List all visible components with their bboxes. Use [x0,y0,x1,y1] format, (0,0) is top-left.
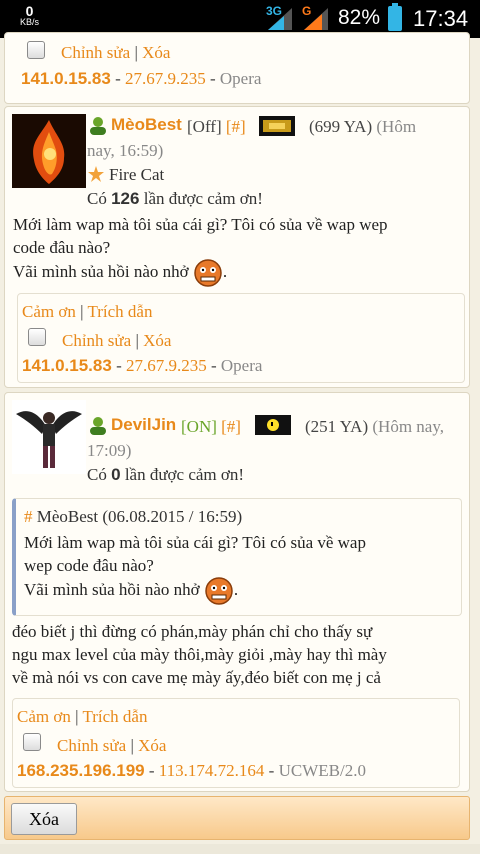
edit-link[interactable]: Chỉnh sửa [57,736,126,755]
post-footer: Cảm ơn | Trích dẫn Chỉnh sửa | Xóa 168.2… [12,698,460,788]
username[interactable]: DevilJin [111,415,176,435]
network-speed: 0 KB/s [20,3,40,27]
quote-body: Mới làm wap mà tôi sủa cái gì? Tôi có sủ… [24,531,454,605]
quote-block: # MèoBest (06.08.2015 / 16:59) Mới làm w… [12,498,462,616]
bottom-strip [0,844,480,854]
star-icon [88,166,104,182]
battery-percent: 82% [338,6,381,29]
post-body: đéo biết j thì đừng có phán,mày phán chỉ… [12,622,387,687]
user-meta: [ON] [#] [181,417,241,436]
page-content: Chỉnh sửa | Xóa 141.0.15.83 - 27.67.9.23… [0,32,480,854]
quote-link[interactable]: Trích dẫn [87,302,152,321]
delete-link[interactable]: Xóa [142,43,170,62]
user-avatar[interactable] [12,114,86,188]
post-time: 17:09) [87,441,132,460]
user-avatar[interactable] [12,400,86,474]
ip-info: 168.235.196.199 - 113.174.72.164 - UCWEB… [17,761,366,780]
rank-badge-icon [255,415,291,435]
edit-link[interactable]: Chỉnh sửa [61,43,130,62]
signal-icon-2 [304,8,328,30]
quote-link[interactable]: Trích dẫn [82,707,147,726]
smiley-icon [205,577,233,605]
user-points: (699 YA) (Hôm [309,117,417,136]
clock: 17:34 [413,6,469,31]
bulk-action-bar: Xóa [4,796,470,840]
post-actions: Chỉnh sửa | Xóa [62,331,172,350]
prev-post-card: Chỉnh sửa | Xóa 141.0.15.83 - 27.67.9.23… [4,32,470,104]
user-points: (251 YA) (Hôm nay, [305,417,444,436]
battery-icon [388,3,402,31]
post-actions: Chỉnh sửa | Xóa [57,736,167,755]
user-meta: [Off] [#] [187,117,246,136]
post-time: nay, 16:59) [87,141,164,160]
delete-link[interactable]: Xóa [138,736,166,755]
post-actions: Chỉnh sửa | Xóa [61,43,171,62]
edit-link[interactable]: Chỉnh sửa [62,331,131,350]
user-status-icon [90,117,106,135]
thanks-info: Có 126 lần được cảm ơn! [87,189,263,208]
ip-info: 141.0.15.83 - 27.67.9.235 - Opera [22,356,263,375]
user-status-icon [90,417,106,435]
post-card-meobest: MèoBest [Off] [#] (699 YA) (Hôm nay, 16:… [4,106,470,388]
post-hash-link[interactable]: [#] [226,117,246,136]
rank-badge-icon [259,116,295,136]
username[interactable]: MèoBest [111,115,182,135]
post-footer: Cảm ơn | Trích dẫn Chỉnh sửa | Xóa 141.0… [17,293,465,383]
post-body: Mới làm wap mà tôi sủa cái gì? Tôi có sủ… [13,213,468,287]
delete-link[interactable]: Xóa [143,331,171,350]
thanks-info: Có 0 lần được cảm ơn! [87,465,245,484]
select-checkbox[interactable] [23,733,41,751]
select-checkbox[interactable] [28,328,46,346]
post-buttons: Cảm ơn | Trích dẫn [22,302,153,321]
smiley-icon [194,259,222,287]
delete-selected-button[interactable]: Xóa [11,803,77,835]
quote-header: # MèoBest (06.08.2015 / 16:59) [24,507,243,526]
user-rank: Fire Cat [109,165,165,184]
signal-icon [268,8,292,30]
thanks-link[interactable]: Cảm ơn [17,707,71,726]
post-buttons: Cảm ơn | Trích dẫn [17,707,148,726]
post-hash-link[interactable]: [#] [221,417,241,436]
ip-info: 141.0.15.83 - 27.67.9.235 - Opera [21,69,262,88]
select-checkbox[interactable] [27,41,45,59]
thanks-link[interactable]: Cảm ơn [22,302,76,321]
